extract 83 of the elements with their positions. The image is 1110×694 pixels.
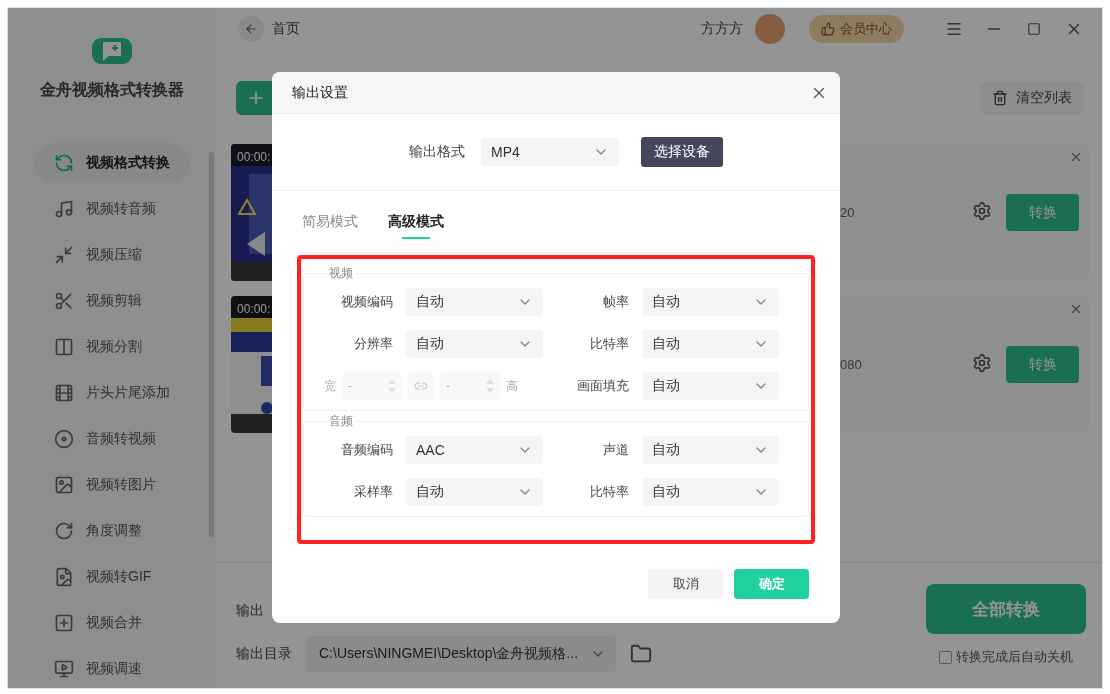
field-label: 分辨率 xyxy=(353,335,393,353)
sidebar-item[interactable]: 视频转GIF xyxy=(34,557,190,597)
music-note-icon xyxy=(54,199,74,219)
field-label: 音频编码 xyxy=(340,441,393,459)
dropdown[interactable]: 自动 xyxy=(406,478,543,506)
trash-icon xyxy=(992,90,1008,106)
dropdown[interactable]: 自动 xyxy=(642,478,779,506)
app-title: 金舟视频格式转换器 xyxy=(40,80,184,100)
close-icon[interactable] xyxy=(1069,150,1083,164)
breadcrumb[interactable]: 首页 xyxy=(272,20,300,38)
swap-icon xyxy=(54,153,74,173)
close-icon[interactable] xyxy=(1069,302,1083,316)
output-info-label: 输出 xyxy=(236,602,264,620)
dropdown[interactable]: 自动 xyxy=(406,330,543,358)
sidebar-item[interactable]: 视频转音频 xyxy=(34,189,190,229)
field-label: 声道 xyxy=(602,441,629,459)
section-title: 视频 xyxy=(328,265,354,282)
dropdown[interactable]: 自动 xyxy=(642,372,779,400)
image-icon xyxy=(54,475,74,495)
sidebar-item[interactable]: 角度调整 xyxy=(34,511,190,551)
logo-icon xyxy=(92,38,132,64)
shrink-icon xyxy=(54,245,74,265)
maximize-icon[interactable] xyxy=(1027,22,1041,36)
duration: 00:00: xyxy=(237,302,271,316)
scissors-icon xyxy=(54,291,74,311)
checkbox-label: 转换完成后自动关机 xyxy=(956,648,1073,666)
tab[interactable]: 简易模式 xyxy=(302,213,358,241)
folder-icon[interactable] xyxy=(630,643,652,665)
field-label: 帧率 xyxy=(602,293,629,311)
settings-icon[interactable] xyxy=(972,352,992,373)
username: 方方方 xyxy=(701,20,743,38)
sidebar-item[interactable]: 片头片尾添加 xyxy=(34,373,190,413)
sidebar-item[interactable]: 视频转图片 xyxy=(34,465,190,505)
output-dir-label: 输出目录 xyxy=(236,645,292,663)
output-dir-field[interactable]: C:\Users\NINGMEI\Desktop\金舟视频格... xyxy=(306,636,616,672)
rotate-icon xyxy=(54,521,74,541)
field-label: 视频编码 xyxy=(340,293,393,311)
dropdown[interactable]: 自动 xyxy=(642,436,779,464)
format-label: 输出格式 xyxy=(409,143,465,161)
sidebar-item[interactable]: 视频剪辑 xyxy=(34,281,190,321)
plus-square-icon xyxy=(54,613,74,633)
disc-icon xyxy=(54,429,74,449)
section-title: 音频 xyxy=(328,413,354,430)
file-info: 080 xyxy=(840,357,862,372)
field-label: 画面填充 xyxy=(576,377,629,395)
checkbox[interactable] xyxy=(939,650,952,664)
sidebar-item[interactable]: 视频格式转换 xyxy=(34,143,190,183)
file-icon xyxy=(54,567,74,587)
monitor-play-icon xyxy=(54,659,74,679)
link-icon xyxy=(414,379,428,393)
back-icon xyxy=(244,22,258,36)
width-label: 宽 xyxy=(324,377,336,395)
duration: 00:00: xyxy=(237,150,271,164)
dialog-title: 输出设置 xyxy=(292,83,348,102)
vip-button[interactable]: 会员中心 xyxy=(809,15,904,43)
field-label: 采样率 xyxy=(353,483,393,501)
clear-list-button[interactable]: 清空列表 xyxy=(980,81,1084,115)
dropdown[interactable]: 自动 xyxy=(642,288,779,316)
dropdown[interactable]: AAC xyxy=(406,436,543,464)
format-dropdown[interactable]: MP4 xyxy=(481,138,619,166)
film-icon xyxy=(54,383,74,403)
sidebar-item[interactable]: 视频合并 xyxy=(34,603,190,643)
spinner-icon xyxy=(485,378,495,394)
sidebar-item[interactable]: 视频调速 xyxy=(34,649,190,688)
settings-icon[interactable] xyxy=(972,200,992,221)
avatar[interactable] xyxy=(755,14,785,44)
thumbs-up-icon xyxy=(821,22,835,36)
sidebar-item[interactable]: 视频分割 xyxy=(34,327,190,367)
field-label: 比特率 xyxy=(589,483,629,501)
sidebar-item[interactable]: 音频转视频 xyxy=(34,419,190,459)
dropdown[interactable]: 自动 xyxy=(642,330,779,358)
back-button[interactable] xyxy=(238,16,264,42)
select-device-button[interactable]: 选择设备 xyxy=(641,137,723,167)
sidebar-item[interactable]: 视频压缩 xyxy=(34,235,190,275)
tab[interactable]: 高级模式 xyxy=(388,213,444,241)
menu-icon[interactable] xyxy=(945,20,963,38)
dropdown[interactable]: 自动 xyxy=(406,288,543,316)
spinner-icon xyxy=(387,378,397,394)
height-label: 高 xyxy=(506,377,518,395)
split-icon xyxy=(54,337,74,357)
cancel-button[interactable]: 取消 xyxy=(648,568,723,599)
file-info: 20 xyxy=(840,205,855,220)
field-label: 比特率 xyxy=(589,335,629,353)
